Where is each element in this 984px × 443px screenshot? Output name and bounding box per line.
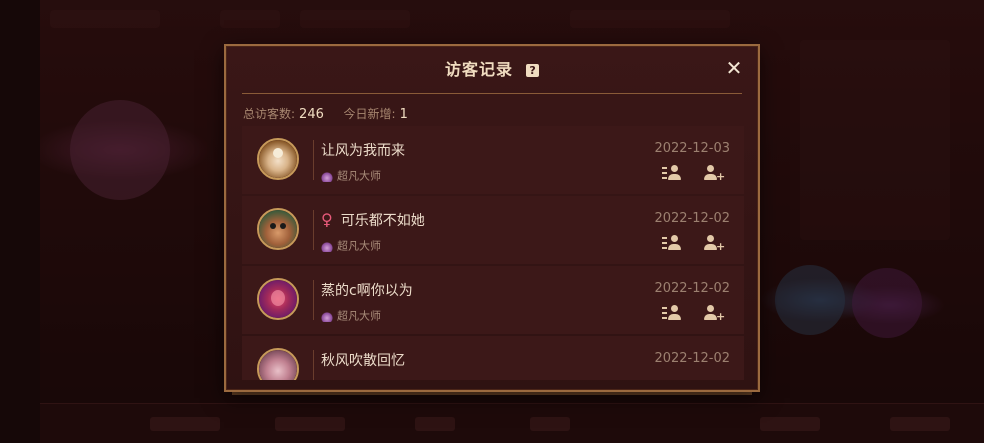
avatar-detail: [271, 290, 285, 306]
add-friend-icon[interactable]: +: [704, 164, 725, 182]
female-icon: ♀: [321, 210, 333, 229]
visitor-name-line: 蒸的c啊你以为: [321, 280, 413, 300]
visitor-rank: 超凡大师: [337, 169, 381, 183]
help-icon[interactable]: ?: [526, 63, 540, 77]
visitor-rank-line: 超凡大师: [321, 166, 381, 183]
visit-date: 2022-12-02: [654, 351, 730, 366]
visitor-list[interactable]: 让风为我而来 超凡大师 2022-12-03 + ♀ 可乐都不如她 超凡大师 2…: [242, 126, 744, 380]
visitor-name-line: ♀ 可乐都不如她: [321, 210, 425, 230]
today-new-label: 今日新增:: [343, 107, 396, 121]
avatar-image: [259, 210, 297, 248]
visitor-name[interactable]: 秋风吹散回忆: [321, 351, 405, 371]
visitor-row[interactable]: 让风为我而来 超凡大师 2022-12-03 +: [242, 126, 744, 194]
visit-date: 2022-12-02: [654, 211, 730, 226]
row-divider: [313, 280, 314, 320]
avatar-image: [259, 140, 297, 178]
total-visitors-value: 246: [299, 107, 324, 122]
today-new-value: 1: [399, 107, 408, 122]
row-divider: [313, 140, 314, 180]
avatar-image: [259, 350, 297, 380]
visitor-row[interactable]: ♀ 可乐都不如她 超凡大师 2022-12-02 +: [242, 196, 744, 264]
visit-date: 2022-12-02: [654, 281, 730, 296]
rank-emblem-icon: [321, 311, 333, 322]
avatar-detail: [273, 148, 283, 158]
visitor-rank: 超凡大师: [337, 309, 381, 323]
visit-date: 2022-12-03: [654, 141, 730, 156]
visitor-record-dialog: 访客记录 ? ✕ 总访客数: 246 今日新增: 1 让风为我而来 超凡大师 202…: [224, 44, 760, 392]
profile-list-icon[interactable]: [662, 304, 682, 322]
header-divider: [242, 93, 742, 94]
dialog-header: 访客记录 ?: [226, 56, 758, 84]
total-visitors-label: 总访客数:: [243, 107, 296, 121]
visitor-row[interactable]: 秋风吹散回忆 2022-12-02: [242, 336, 744, 380]
dialog-title: 访客记录: [444, 60, 513, 79]
avatar[interactable]: [257, 278, 299, 320]
avatar[interactable]: [257, 138, 299, 180]
avatar[interactable]: [257, 348, 299, 380]
add-friend-icon[interactable]: +: [704, 234, 725, 252]
profile-list-icon[interactable]: [662, 164, 682, 182]
row-divider: [313, 350, 314, 380]
visitor-name-line: 秋风吹散回忆: [321, 350, 405, 370]
visitor-name[interactable]: 可乐都不如她: [341, 211, 425, 231]
visitor-rank: 超凡大师: [337, 239, 381, 253]
visitor-name[interactable]: 让风为我而来: [321, 141, 405, 161]
profile-list-icon[interactable]: [662, 234, 682, 252]
close-button[interactable]: ✕: [724, 58, 744, 78]
avatar[interactable]: [257, 208, 299, 250]
rank-emblem-icon: [321, 241, 333, 252]
dialog-bottom-edge: [232, 392, 752, 395]
avatar-detail: [270, 223, 276, 229]
visitor-name-line: 让风为我而来: [321, 140, 405, 160]
visitor-stats: 总访客数: 246 今日新增: 1: [243, 105, 408, 124]
visitor-name[interactable]: 蒸的c啊你以为: [321, 281, 413, 301]
visitor-rank-line: 超凡大师: [321, 306, 381, 323]
add-friend-icon[interactable]: +: [704, 304, 725, 322]
avatar-detail: [280, 223, 286, 229]
row-divider: [313, 210, 314, 250]
visitor-row[interactable]: 蒸的c啊你以为 超凡大师 2022-12-02 +: [242, 266, 744, 334]
visitor-rank-line: 超凡大师: [321, 236, 381, 253]
rank-emblem-icon: [321, 171, 333, 182]
